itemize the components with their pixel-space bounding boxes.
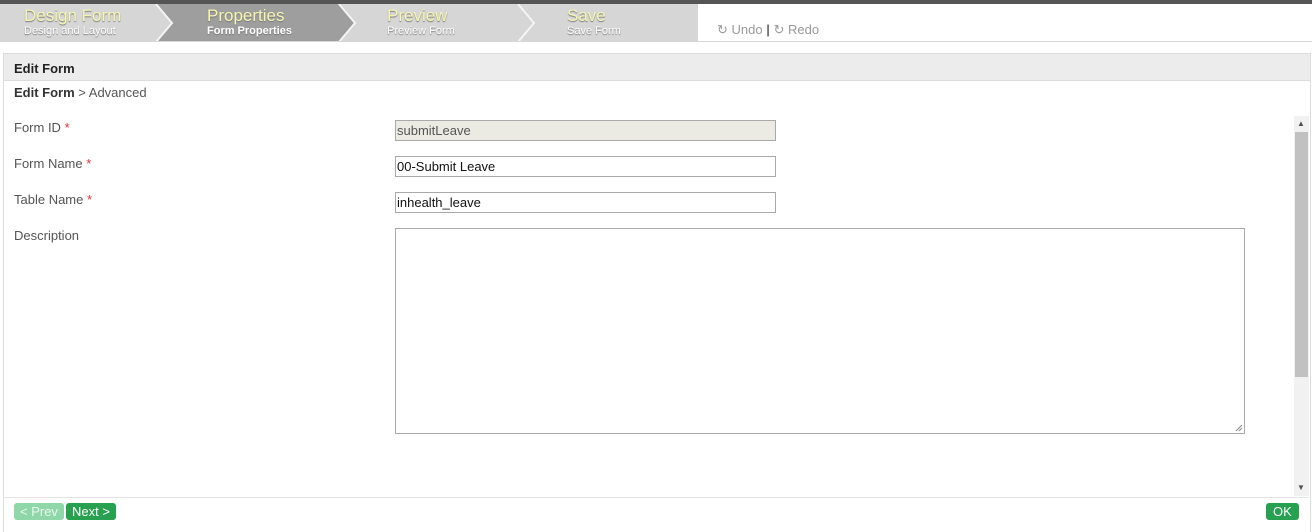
redo-button[interactable]: ↻ Redo bbox=[774, 22, 820, 37]
step-subtitle: Design and Layout bbox=[24, 25, 116, 37]
step-divider-1 bbox=[155, 4, 174, 42]
next-button[interactable]: Next > bbox=[66, 503, 116, 520]
scroll-down-arrow-icon[interactable]: ▼ bbox=[1297, 484, 1305, 492]
undo-label: Undo bbox=[731, 22, 763, 37]
step-subtitle: Form Properties bbox=[207, 25, 292, 37]
breadcrumb-separator: > bbox=[74, 85, 89, 100]
toolbar-separator: | bbox=[766, 22, 770, 37]
required-marker: * bbox=[87, 192, 93, 207]
scrollbar-thumb[interactable] bbox=[1295, 132, 1308, 377]
ok-button[interactable]: OK bbox=[1266, 503, 1299, 520]
prev-button[interactable]: < Prev bbox=[14, 503, 64, 520]
required-marker: * bbox=[86, 156, 92, 171]
breadcrumb-root[interactable]: Edit Form bbox=[14, 85, 75, 100]
breadcrumb: Edit Form > Advanced bbox=[14, 85, 147, 100]
step-title: Preview bbox=[387, 6, 448, 25]
step-subtitle: Save Form bbox=[567, 25, 621, 37]
panel-title: Edit Form bbox=[14, 61, 75, 76]
header-divider bbox=[0, 41, 1312, 42]
step-divider-3 bbox=[517, 4, 536, 42]
vertical-scrollbar[interactable]: ▲ ▼ bbox=[1294, 116, 1309, 496]
required-marker: * bbox=[64, 120, 70, 135]
table-name-field[interactable] bbox=[395, 192, 776, 213]
redo-icon: ↻ bbox=[773, 22, 785, 37]
form-name-label: Form Name * bbox=[14, 156, 92, 171]
scroll-up-arrow-icon[interactable]: ▲ bbox=[1297, 120, 1305, 128]
step-subtitle: Preview Form bbox=[387, 25, 455, 37]
undo-button[interactable]: ↻ Undo bbox=[717, 22, 763, 37]
form-id-label: Form ID * bbox=[14, 120, 70, 135]
form-name-field[interactable] bbox=[395, 156, 776, 177]
undo-icon: ↻ bbox=[717, 22, 728, 37]
redo-label: Redo bbox=[788, 22, 820, 37]
undo-redo-toolbar: ↻ Undo | ↻ Redo bbox=[717, 22, 819, 38]
breadcrumb-current: Advanced bbox=[88, 85, 147, 100]
table-name-label: Table Name * bbox=[14, 192, 93, 207]
resize-grip-icon[interactable] bbox=[1235, 424, 1243, 432]
step-title: Save bbox=[567, 6, 606, 25]
description-label: Description bbox=[14, 228, 80, 243]
form-id-field[interactable] bbox=[395, 120, 776, 141]
description-textarea[interactable] bbox=[395, 228, 1245, 434]
step-title: Properties bbox=[207, 6, 285, 25]
step-divider-2 bbox=[338, 4, 357, 42]
panel-header: Edit Form bbox=[4, 54, 1310, 81]
footer-divider bbox=[3, 497, 1309, 498]
step-title: Design Form bbox=[24, 6, 122, 25]
